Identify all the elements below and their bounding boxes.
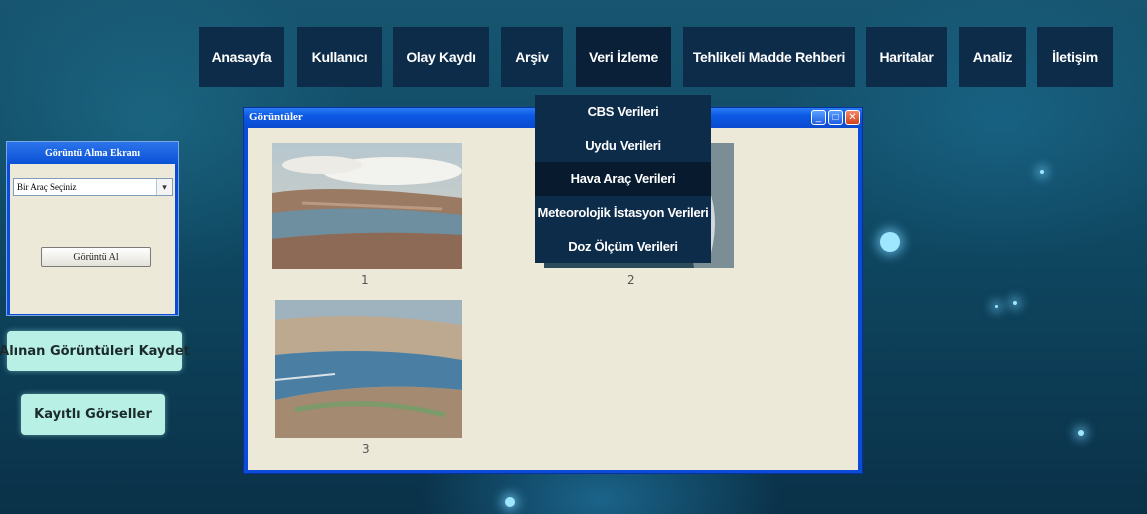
vehicle-select[interactable]: Bir Araç Seçiniz ▾: [13, 178, 173, 196]
maximize-icon[interactable]: □: [828, 110, 843, 125]
thumbnail-image-3[interactable]: [275, 300, 462, 438]
nav-kullanici[interactable]: Kullanıcı: [297, 27, 382, 87]
nav-haritalar[interactable]: Haritalar: [866, 27, 947, 87]
thumbnail-label-3: 3: [362, 442, 370, 456]
minimize-icon[interactable]: _: [811, 110, 826, 125]
thumbnail-label-2: 2: [627, 273, 635, 287]
save-images-button[interactable]: Alınan Görüntüleri Kaydet: [0, 331, 190, 371]
window-title: Görüntüler: [249, 111, 303, 123]
top-nav: Anasayfa Kullanıcı Olay Kaydı Arşiv Veri…: [0, 0, 1147, 90]
bokeh-light: [995, 305, 998, 308]
close-icon[interactable]: ✕: [845, 110, 860, 125]
nav-veri-izleme[interactable]: Veri İzleme: [576, 27, 671, 87]
nav-olay-kaydi[interactable]: Olay Kaydı: [393, 27, 489, 87]
nav-analiz[interactable]: Analiz: [959, 27, 1026, 87]
menu-item-uydu-verileri[interactable]: Uydu Verileri: [535, 129, 711, 163]
bokeh-light: [880, 232, 900, 252]
capture-image-button[interactable]: Görüntü Al: [41, 247, 151, 267]
menu-item-meteorolojik-istasyon-verileri[interactable]: Meteorolojik İstasyon Verileri: [535, 196, 711, 230]
nav-iletisim[interactable]: İletişim: [1037, 27, 1113, 87]
menu-item-cbs-verileri[interactable]: CBS Verileri: [535, 95, 711, 129]
menu-item-hava-arac-verileri[interactable]: Hava Araç Verileri: [535, 162, 711, 196]
saved-images-button[interactable]: Kayıtlı Görseller: [21, 394, 165, 435]
thumbnail-label-1: 1: [361, 273, 369, 287]
capture-panel-title: Görüntü Alma Ekranı: [7, 142, 178, 164]
capture-panel: Görüntü Alma Ekranı Bir Araç Seçiniz ▾ G…: [6, 141, 179, 316]
chevron-down-icon[interactable]: ▾: [156, 179, 172, 195]
thumbnail-image-1[interactable]: [272, 143, 462, 269]
capture-panel-body: Bir Araç Seçiniz ▾ Görüntü Al: [10, 164, 175, 314]
bokeh-light: [1040, 170, 1044, 174]
veri-izleme-dropdown: CBS Verileri Uydu Verileri Hava Araç Ver…: [535, 95, 711, 263]
vehicle-select-value: Bir Araç Seçiniz: [17, 182, 77, 192]
nav-anasayfa[interactable]: Anasayfa: [199, 27, 284, 87]
nav-arsiv[interactable]: Arşiv: [501, 27, 563, 87]
bokeh-light: [1078, 430, 1084, 436]
bokeh-light: [505, 497, 515, 507]
nav-tehlikeli-madde-rehberi[interactable]: Tehlikeli Madde Rehberi: [683, 27, 855, 87]
bokeh-light: [1013, 301, 1017, 305]
menu-item-doz-olcum-verileri[interactable]: Doz Ölçüm Verileri: [535, 229, 711, 263]
